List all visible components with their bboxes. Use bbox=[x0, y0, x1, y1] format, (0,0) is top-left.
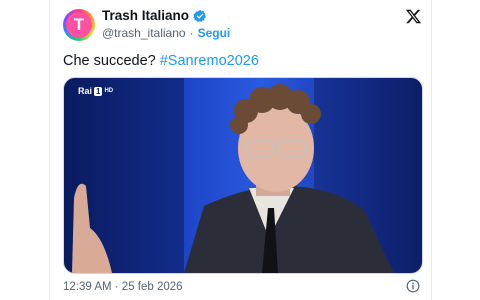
handle-row: @trash_italiano · Segui bbox=[102, 26, 230, 40]
avatar[interactable]: T bbox=[63, 9, 95, 41]
tweet-media-image[interactable]: Rai 1 HD bbox=[63, 77, 423, 274]
hashtag-link[interactable]: #Sanremo2026 bbox=[160, 53, 259, 69]
author-name-row: Trash Italiano bbox=[102, 8, 207, 23]
timestamp[interactable]: 12:39 AM · 25 feb 2026 bbox=[63, 281, 183, 293]
x-logo-icon[interactable] bbox=[405, 8, 422, 25]
info-icon[interactable] bbox=[406, 279, 420, 293]
separator: · bbox=[189, 26, 194, 40]
display-name[interactable]: Trash Italiano bbox=[102, 8, 189, 23]
handle[interactable]: @trash_italiano bbox=[102, 26, 186, 40]
video-frame-illustration bbox=[64, 78, 422, 273]
broadcaster-name: Rai bbox=[78, 86, 93, 96]
hd-label: HD bbox=[104, 88, 114, 94]
follow-button[interactable]: Segui bbox=[198, 26, 231, 40]
tweet-embed-card: T Trash Italiano @trash_italiano · Segui… bbox=[49, 0, 432, 300]
verified-badge-icon bbox=[193, 9, 206, 22]
channel-badge: 1 bbox=[94, 86, 103, 96]
tweet-text: Che succede? #Sanremo2026 bbox=[63, 53, 259, 69]
avatar-letter: T bbox=[66, 12, 92, 38]
tweet-text-body: Che succede? bbox=[63, 53, 160, 69]
broadcaster-logo: Rai 1 HD bbox=[78, 86, 113, 96]
